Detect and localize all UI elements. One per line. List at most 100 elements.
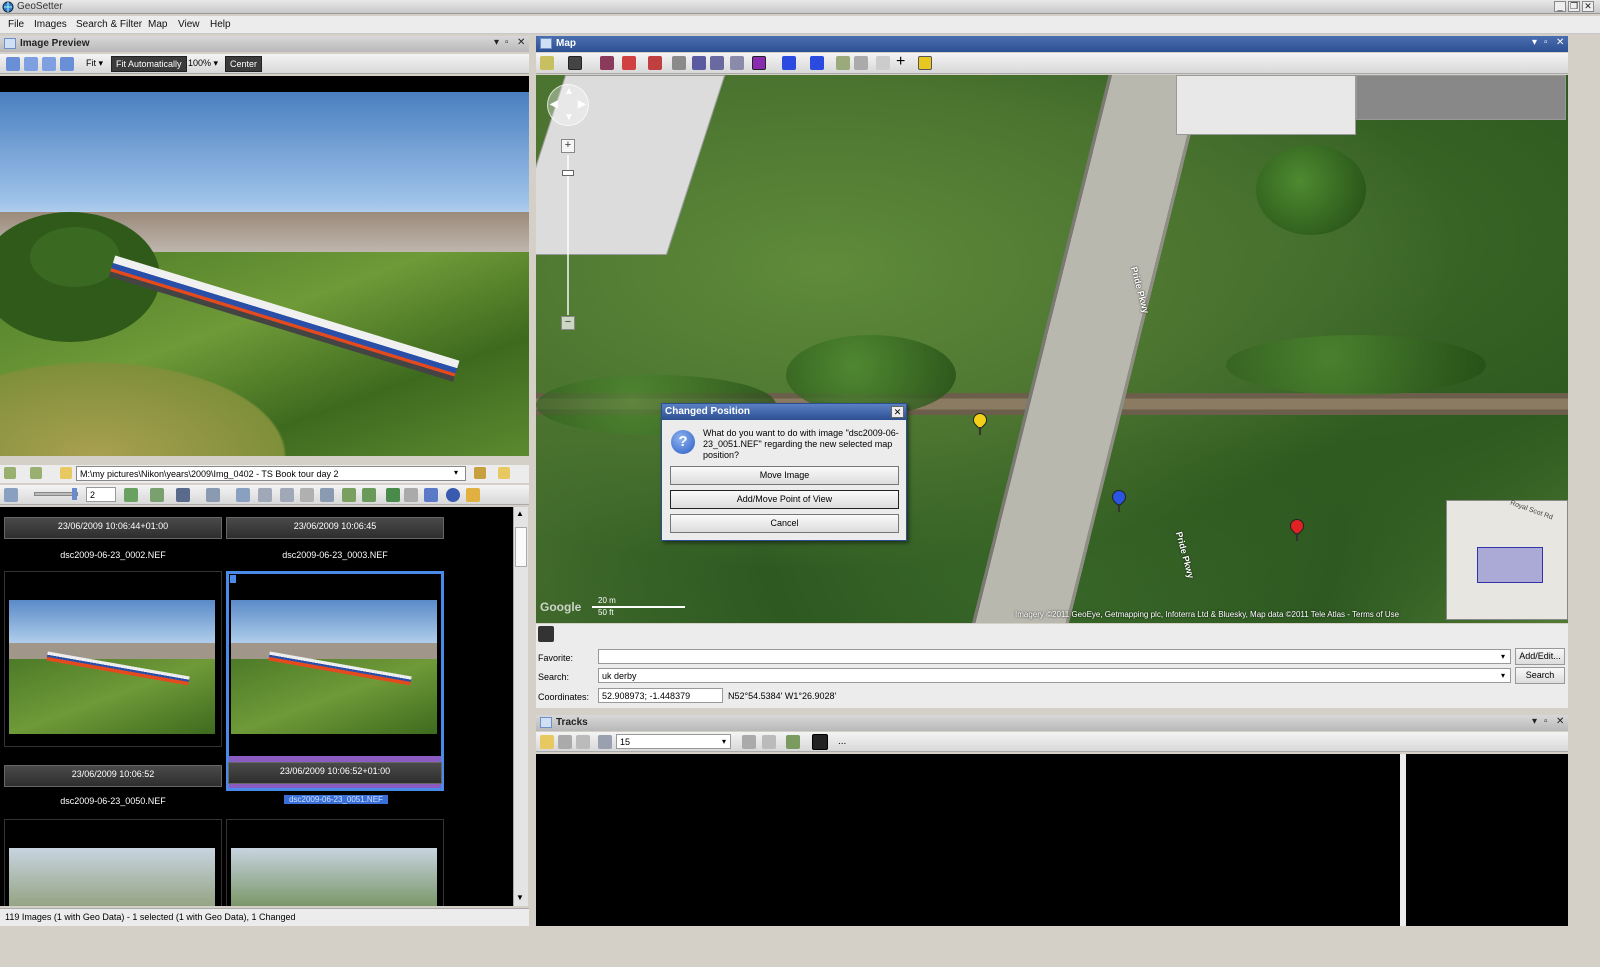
- globe-icon[interactable]: [446, 488, 460, 502]
- save-icon[interactable]: [424, 488, 438, 502]
- next-image-icon[interactable]: [42, 57, 56, 71]
- copy-icon[interactable]: [236, 488, 250, 502]
- thumbnail-item-selected[interactable]: 23/06/2009 10:06:52+01:00: [226, 571, 444, 791]
- arrow-left-icon[interactable]: [782, 56, 796, 70]
- arrow-prev-icon[interactable]: [810, 56, 824, 70]
- favorite-dropdown-icon[interactable]: ▾: [1501, 652, 1505, 661]
- overview-viewport[interactable]: [1477, 547, 1543, 583]
- panel-close-icon[interactable]: ✕: [517, 37, 525, 48]
- zoom-in-icon[interactable]: +: [561, 139, 575, 153]
- delete-data-icon[interactable]: [300, 488, 314, 502]
- menu-view[interactable]: View: [178, 19, 200, 30]
- open-track-icon[interactable]: [540, 735, 554, 749]
- view-mode-icon[interactable]: [4, 488, 18, 502]
- restore-icon[interactable]: ❐: [1568, 1, 1580, 12]
- favorite-select[interactable]: [598, 649, 1511, 664]
- panel-menu-icon[interactable]: ▾: [1532, 716, 1537, 727]
- zoom-track-icon[interactable]: [598, 735, 612, 749]
- zoom-dropdown[interactable]: 100% ▾: [184, 56, 222, 72]
- panel-close-icon[interactable]: ✕: [1556, 716, 1564, 727]
- move-image-button[interactable]: Move Image: [670, 466, 899, 485]
- zoom-slider-handle[interactable]: [562, 170, 574, 176]
- track-view-icon[interactable]: [812, 734, 828, 750]
- fit-automatically-button[interactable]: Fit Automatically: [111, 56, 187, 72]
- panel-float-icon[interactable]: ▫: [1544, 37, 1548, 48]
- panel-float-icon[interactable]: ▫: [505, 37, 509, 48]
- open-folder-icon[interactable]: [498, 467, 510, 479]
- track-icon[interactable]: [836, 56, 850, 70]
- forward-icon[interactable]: [30, 467, 42, 479]
- pan-right-icon[interactable]: ▶: [578, 99, 586, 110]
- center-button[interactable]: Center: [225, 56, 263, 72]
- pan-control[interactable]: ▲ ◀ ▶ ▼: [547, 84, 589, 126]
- favorite-star-icon[interactable]: [918, 56, 932, 70]
- dialog-close-icon[interactable]: ✕: [891, 406, 904, 418]
- save-track-icon[interactable]: [558, 735, 572, 749]
- menu-search-filter[interactable]: Search & Filter: [76, 19, 142, 30]
- track-detail[interactable]: [1406, 754, 1568, 926]
- thumb-filename[interactable]: dsc2009-06-23_0050.NEF: [4, 796, 222, 806]
- marker-red-icon[interactable]: [622, 56, 636, 70]
- panel-menu-icon[interactable]: ▾: [1532, 37, 1537, 48]
- thumbnail-item[interactable]: [4, 571, 222, 747]
- crosshair-icon[interactable]: +: [896, 54, 905, 70]
- panel-close-icon[interactable]: ✕: [1556, 37, 1564, 48]
- scroll-up-icon[interactable]: ▲: [516, 509, 524, 518]
- thumb-filename[interactable]: dsc2009-06-23_0003.NEF: [226, 550, 444, 560]
- geotag-icon[interactable]: [150, 488, 164, 502]
- undo-icon[interactable]: [404, 488, 418, 502]
- filter-markers-icon[interactable]: [710, 56, 724, 70]
- edit-pencil-icon[interactable]: [538, 626, 554, 642]
- coordinates-input[interactable]: 52.908973; -1.448379: [598, 688, 723, 703]
- menu-help[interactable]: Help: [210, 19, 231, 30]
- map-assign-icon[interactable]: [342, 488, 356, 502]
- track-export-icon[interactable]: [762, 735, 776, 749]
- track-assign-icon[interactable]: [362, 488, 376, 502]
- pan-up-icon[interactable]: ▲: [564, 86, 574, 97]
- thumbnail-item[interactable]: [226, 819, 444, 906]
- edit-data-icon[interactable]: [258, 488, 272, 502]
- last-image-icon[interactable]: [60, 57, 74, 71]
- prev-image-icon[interactable]: [24, 57, 38, 71]
- thumb-filename[interactable]: dsc2009-06-23_0002.NEF: [4, 550, 222, 560]
- zoom-slider-track[interactable]: [567, 155, 569, 315]
- menu-file[interactable]: File: [8, 19, 24, 30]
- thumb-filename-selected[interactable]: dsc2009-06-23_0051.NEF: [284, 795, 388, 804]
- sync-icon[interactable]: [320, 488, 334, 502]
- path-input[interactable]: M:\my pictures\Nikon\years\2009\Img_0402…: [76, 466, 466, 481]
- track-select[interactable]: 15: [616, 734, 731, 749]
- pause-icon[interactable]: [466, 488, 480, 502]
- track-sync-icon[interactable]: [786, 735, 800, 749]
- path-dropdown-icon[interactable]: ▾: [454, 468, 458, 477]
- track-more-button[interactable]: ...: [838, 736, 846, 747]
- track-dropdown-icon[interactable]: ▾: [722, 737, 726, 746]
- first-image-icon[interactable]: [6, 57, 20, 71]
- delete-track-icon[interactable]: [576, 735, 590, 749]
- marker-assign-icon[interactable]: [648, 56, 662, 70]
- panel-menu-icon[interactable]: ▾: [494, 37, 499, 48]
- menu-images[interactable]: Images: [34, 19, 67, 30]
- fit-dropdown[interactable]: Fit ▾: [82, 56, 107, 72]
- set-marker-icon[interactable]: [600, 56, 614, 70]
- track-comment-icon[interactable]: [742, 735, 756, 749]
- add-edit-button[interactable]: Add/Edit...: [1515, 648, 1565, 665]
- thumb-size-field[interactable]: 2: [86, 487, 116, 502]
- zoom-out-icon[interactable]: −: [561, 316, 575, 330]
- measure-icon[interactable]: [730, 56, 744, 70]
- sort-icon[interactable]: [206, 488, 220, 502]
- thumb-size-handle[interactable]: [72, 488, 77, 500]
- folder-icon[interactable]: [60, 467, 72, 479]
- paste-icon[interactable]: [280, 488, 294, 502]
- browse-folder-icon[interactable]: [474, 467, 486, 479]
- search-input[interactable]: uk derby: [598, 668, 1511, 683]
- map-source-icon[interactable]: [568, 56, 582, 70]
- cancel-button[interactable]: Cancel: [670, 514, 899, 533]
- track-remove-icon[interactable]: [854, 56, 868, 70]
- refresh-icon[interactable]: [124, 488, 138, 502]
- direction-icon[interactable]: [752, 56, 766, 70]
- scroll-thumb[interactable]: [515, 527, 527, 567]
- thumbnail-scrollbar[interactable]: ▲ ▼: [513, 507, 528, 906]
- comment-icon[interactable]: [876, 56, 890, 70]
- remove-marker-icon[interactable]: [672, 56, 686, 70]
- close-icon[interactable]: ✕: [1582, 1, 1594, 12]
